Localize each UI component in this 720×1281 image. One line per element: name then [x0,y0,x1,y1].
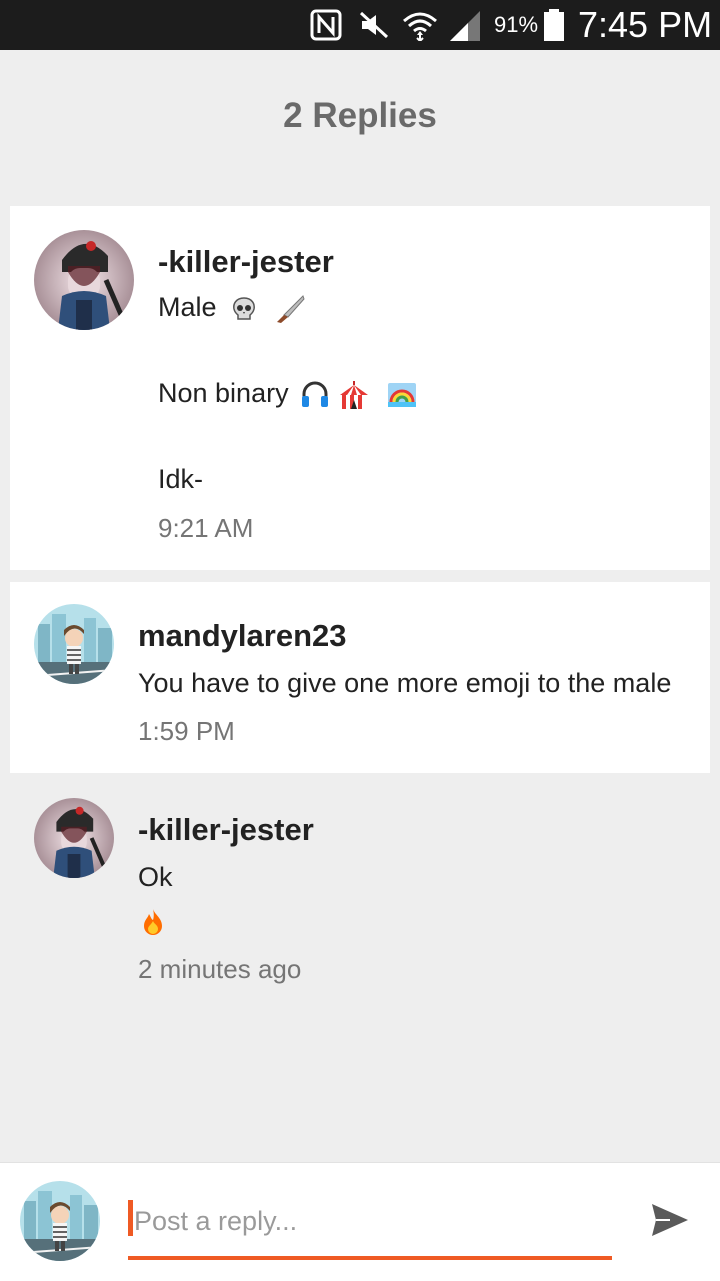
username[interactable]: -killer-jester [158,244,334,280]
reply-card: -killer-jester Male Non binary Idk- 9:21… [10,206,710,570]
timestamp: 1:59 PM [138,716,235,746]
signal-icon [450,11,480,41]
headphones-icon [302,381,329,407]
message-text: Male [158,292,217,322]
message-text: Idk- [158,464,204,494]
username[interactable]: mandylaren23 [138,618,347,654]
current-user-avatar[interactable] [20,1181,100,1261]
page-title: 2 Replies [283,96,437,135]
avatar[interactable] [34,798,114,878]
reply-card: -killer-jester Ok 2 minutes ago [10,786,710,1006]
circus-tent-icon [339,380,368,409]
timestamp: 9:21 AM [158,513,254,543]
reply-card: mandylaren23 You have to give one more e… [10,582,710,773]
username[interactable]: -killer-jester [138,812,314,848]
rainbow-icon [388,382,417,407]
nfc-icon [310,9,342,41]
mute-icon [359,11,389,39]
skull-icon [233,297,255,320]
message-text: You have to give one more emoji to the m… [138,668,672,698]
status-bar: 91% 7:45 PM [0,0,720,50]
reply-input[interactable] [128,1196,610,1246]
message-text: Ok [138,862,173,892]
message-line: Male [158,292,306,325]
clock: 7:45 PM [578,4,713,45]
fire-icon [144,909,162,935]
message-line: Non binary [158,378,417,411]
timestamp: 2 minutes ago [138,954,302,984]
battery-percent: 91% [494,12,539,37]
avatar[interactable] [34,230,134,330]
avatar[interactable] [34,604,114,684]
message-text: Non binary [158,378,289,408]
knife-icon [276,294,305,323]
input-underline [128,1256,612,1260]
text-cursor [128,1200,133,1236]
battery-icon [544,9,564,41]
send-icon[interactable] [648,1198,692,1242]
wifi-icon [403,12,437,41]
